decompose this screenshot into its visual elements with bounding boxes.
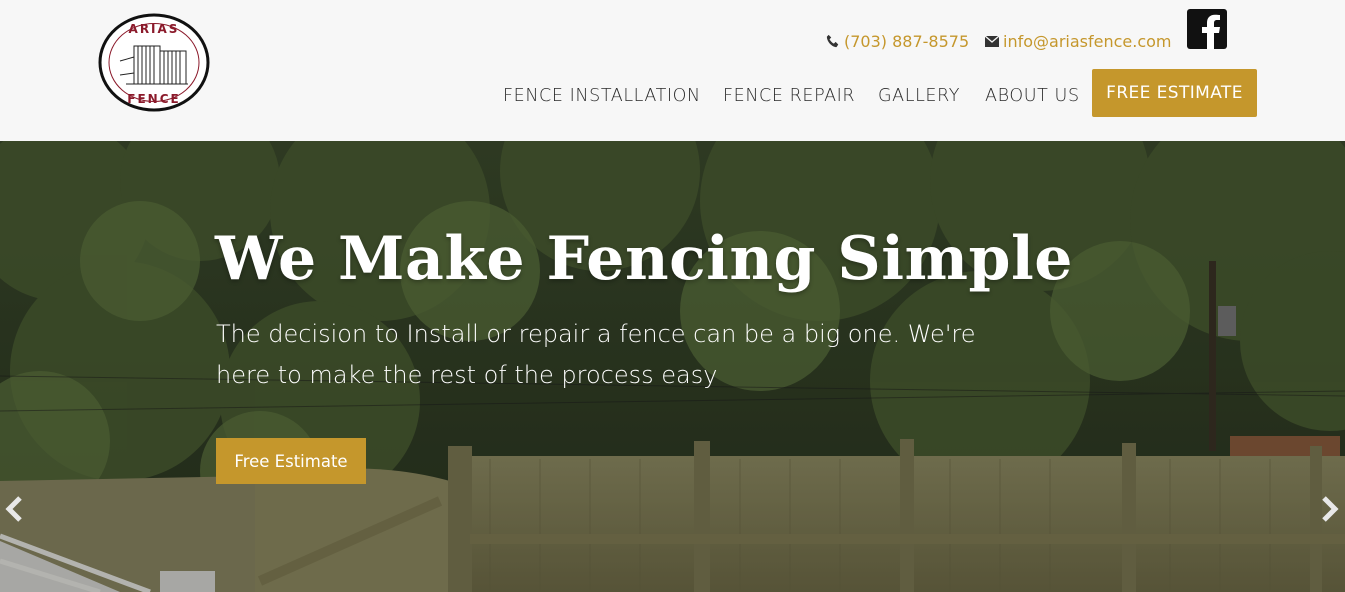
phone-contact[interactable]: (703) 887-8575 — [826, 31, 969, 51]
email-address[interactable]: info@ariasfence.com — [1003, 32, 1172, 51]
hero-subtitle: The decision to Install or repair a fenc… — [216, 320, 976, 389]
nav-fence-installation[interactable]: FENCE INSTALLATION — [503, 86, 701, 106]
email-contact[interactable]: info@ariasfence.com — [985, 31, 1172, 51]
facebook-icon[interactable] — [1187, 9, 1227, 49]
nav-fence-repair[interactable]: FENCE REPAIR — [723, 86, 855, 106]
logo-bottom-text: FENCE — [127, 92, 180, 106]
hero-title: We Make Fencing Simple — [215, 224, 1073, 294]
slider-next-arrow-icon[interactable] — [1318, 496, 1340, 522]
free-estimate-nav-button[interactable]: FREE ESTIMATE — [1092, 69, 1257, 117]
nav-gallery[interactable]: GALLERY — [878, 86, 960, 106]
logo-emblem: ARIAS FENCE — [98, 13, 210, 112]
nav-about-us[interactable]: ABOUT US — [985, 86, 1080, 106]
free-estimate-hero-button[interactable]: Free Estimate — [216, 438, 366, 484]
phone-number[interactable]: (703) 887-8575 — [844, 32, 969, 51]
phone-icon — [826, 34, 839, 48]
slider-prev-arrow-icon[interactable] — [4, 496, 26, 522]
envelope-icon — [985, 35, 999, 47]
logo-top-text: ARIAS — [129, 22, 180, 36]
hero-slider: We Make Fencing Simple The decision to I… — [0, 141, 1345, 592]
site-header: ARIAS FENCE (703) 887-8575 info@ariasfen… — [0, 0, 1345, 141]
facebook-f-glyph — [1202, 14, 1220, 49]
logo[interactable]: ARIAS FENCE — [98, 13, 210, 112]
